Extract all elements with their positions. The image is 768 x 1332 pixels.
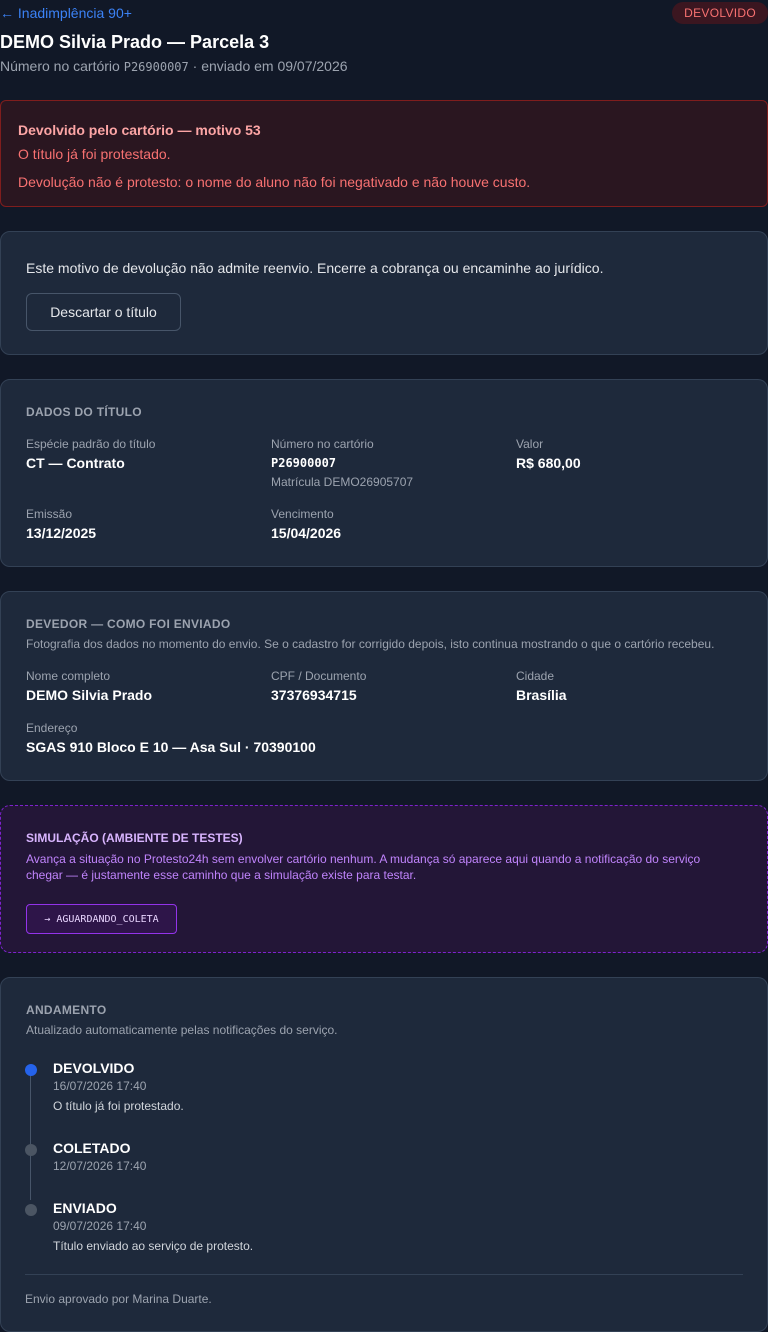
alert-explanation: Devolução não é protesto: o nome do alun… (18, 174, 531, 190)
endereco-value: SGAS 910 Bloco E 10 — Asa Sul · 70390100 (26, 739, 316, 755)
section-title-devedor: DEVEDOR — COMO FOI ENVIADO (26, 617, 231, 631)
simulate-aguardando-coleta-button[interactable]: → AGUARDANDO_COLETA (26, 904, 177, 934)
discard-title-button[interactable]: Descartar o título (26, 293, 181, 331)
simulation-title: SIMULAÇÃO (AMBIENTE DE TESTES) (26, 831, 243, 845)
topbar: ← Inadimplência 90+ DEVOLVIDO (0, 2, 768, 24)
valor-label: Valor (516, 437, 544, 451)
divider (25, 1274, 743, 1275)
numero-value: P26900007 (271, 456, 337, 470)
valor-value: R$ 680,00 (516, 455, 581, 471)
timeline-status: COLETADO (53, 1140, 131, 1156)
return-alert: Devolvido pelo cartório — motivo 53 O tí… (0, 100, 768, 207)
page-subtitle: Número no cartório P26900007 · enviado e… (0, 58, 348, 74)
timeline-note: O título já foi protestado. (53, 1099, 184, 1113)
cpf-label: CPF / Documento (271, 669, 367, 683)
vencimento-label: Vencimento (271, 507, 334, 521)
subtitle-number: P26900007 (123, 60, 189, 74)
alert-title: Devolvido pelo cartório — motivo 53 (18, 122, 261, 138)
numero-label: Número no cartório (271, 437, 374, 451)
endereco-label: Endereço (26, 721, 78, 735)
cidade-label: Cidade (516, 669, 555, 683)
simulation-card: SIMULAÇÃO (AMBIENTE DE TESTES) Avança a … (0, 805, 768, 953)
matricula-value: Matrícula DEMO26905707 (271, 475, 414, 489)
timeline-dot (25, 1204, 37, 1216)
timeline-dot (25, 1144, 37, 1156)
nome-value: DEMO Silvia Prado (26, 687, 153, 703)
emissao-value: 13/12/2025 (26, 525, 97, 541)
timeline-status: ENVIADO (53, 1200, 117, 1216)
timeline-line (30, 1070, 31, 1200)
simulation-description: Avança a situação no Protesto24h sem env… (26, 852, 701, 882)
timeline-date: 12/07/2026 17:40 (53, 1159, 147, 1173)
approved-by: Envio aprovado por Marina Duarte. (25, 1292, 212, 1306)
cidade-value: Brasília (516, 687, 567, 703)
section-title-titulo: DADOS DO TÍTULO (26, 405, 142, 419)
timeline-note: Título enviado ao serviço de protesto. (53, 1239, 254, 1253)
debtor-description: Fotografia dos dados no momento do envio… (26, 637, 715, 651)
section-title-andamento: ANDAMENTO (26, 1003, 107, 1017)
progress-description: Atualizado automaticamente pelas notific… (26, 1023, 338, 1037)
especie-value: CT — Contrato (26, 455, 125, 471)
timeline-status: DEVOLVIDO (53, 1060, 135, 1076)
timeline-date: 16/07/2026 17:40 (53, 1079, 147, 1093)
alert-reason: O título já foi protestado. (18, 146, 171, 162)
action-text: Este motivo de devolução não admite reen… (26, 260, 604, 276)
page-title: DEMO Silvia Prado — Parcela 3 (0, 32, 270, 52)
nome-label: Nome completo (26, 669, 111, 683)
subtitle-prefix: Número no cartório (0, 58, 120, 74)
title-data-card: DADOS DO TÍTULO Espécie padrão do título… (0, 379, 768, 567)
back-link[interactable]: ← Inadimplência 90+ (0, 5, 132, 21)
emissao-label: Emissão (26, 507, 73, 521)
subtitle-suffix: · enviado em 09/07/2026 (192, 58, 348, 74)
debtor-card: DEVEDOR — COMO FOI ENVIADO Fotografia do… (0, 591, 768, 781)
action-card: Este motivo de devolução não admite reen… (0, 231, 768, 355)
cpf-value: 37376934715 (271, 687, 357, 703)
status-badge: DEVOLVIDO (672, 2, 768, 24)
vencimento-value: 15/04/2026 (271, 525, 342, 541)
timeline-date: 09/07/2026 17:40 (53, 1219, 147, 1233)
timeline-dot-active (25, 1064, 37, 1076)
especie-label: Espécie padrão do título (26, 437, 156, 451)
